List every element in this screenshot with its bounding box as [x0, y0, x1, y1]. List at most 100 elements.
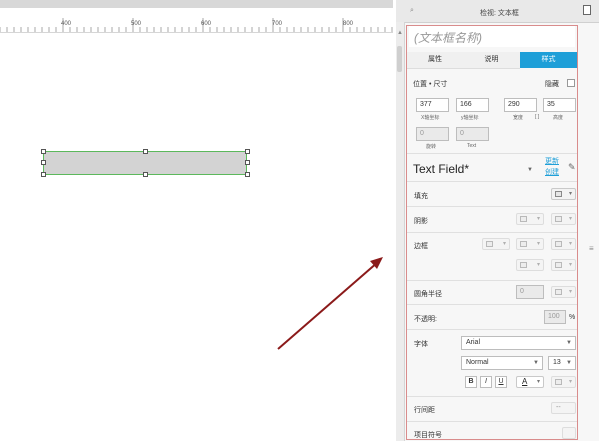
bold-button[interactable]: B [465, 376, 477, 388]
font-label: 字体 [414, 341, 428, 348]
chevron-down-icon[interactable]: ▼ [527, 167, 533, 173]
border-width-picker: ▾ [482, 238, 510, 250]
lock-aspect-icon[interactable]: [ ] [535, 114, 539, 120]
panel-scrollbar[interactable]: ▲ [396, 22, 405, 441]
bullets-label: 项目符号 [414, 432, 442, 439]
rotate-input: 0 [416, 127, 449, 141]
line-spacing-label: 行间距 [414, 407, 435, 414]
divider [407, 421, 577, 422]
update-style-link[interactable]: 更新 [545, 157, 559, 166]
resize-handle-ne[interactable] [245, 149, 250, 154]
font-color-picker[interactable]: A ▾ [516, 376, 544, 388]
resize-handle-s[interactable] [143, 172, 148, 177]
opacity-unit: % [569, 314, 576, 321]
text-rotate-label: Text [467, 143, 477, 149]
scroll-up-icon[interactable]: ▲ [397, 30, 403, 36]
border-color-picker: ▾ [516, 238, 544, 250]
widget-name-placeholder: (文本框名称) [414, 31, 482, 45]
resize-handle-e[interactable] [245, 160, 250, 165]
ruler-label-400: 400 [61, 21, 72, 27]
divider [407, 396, 577, 397]
width-label: 宽度 [513, 115, 524, 121]
divider [407, 206, 577, 207]
tab-style[interactable]: 样式 [520, 52, 577, 68]
position-size-heading: 位置 • 尺寸 [413, 81, 448, 88]
font-color-icon: A [522, 377, 528, 386]
height-label: 高度 [553, 115, 564, 121]
tab-notes[interactable]: 说明 [463, 52, 520, 69]
border-label: 边框 [414, 243, 428, 250]
opacity-input[interactable]: 100 [544, 310, 566, 324]
corner-picker: ▾ [551, 286, 576, 298]
line-spacing-select: -- [551, 402, 576, 414]
tab-properties[interactable]: 属性 [407, 52, 463, 69]
widget-style-select[interactable]: Text Field* [413, 162, 469, 176]
ruler-label-500: 500 [131, 21, 142, 27]
underline-button[interactable]: U [495, 376, 507, 388]
search-icon[interactable]: ⌕ [410, 7, 414, 15]
resize-handle-n[interactable] [143, 149, 148, 154]
divider [407, 304, 577, 305]
font-family-select[interactable]: Arial ▼ [461, 336, 576, 350]
chevron-down-icon: ▼ [533, 360, 539, 366]
y-coordinate-input[interactable]: 166 [456, 98, 489, 112]
arrow-style-right-picker: ▾ [551, 259, 576, 271]
y-coordinate-label: y轴坐标 [461, 115, 479, 121]
resize-handle-nw[interactable] [41, 149, 46, 154]
height-input[interactable]: 35 [543, 98, 576, 112]
ruler-label-600: 600 [201, 21, 212, 27]
inspector-tabs: 属性 说明 样式 [407, 52, 577, 69]
bullets-toggle [562, 427, 576, 439]
corner-radius-label: 圆角半径 [414, 291, 442, 298]
scroll-thumb[interactable] [397, 46, 402, 72]
text-rotate-input: 0 [456, 127, 489, 141]
font-size-value: 13 [553, 359, 561, 366]
font-family-value: Arial [466, 339, 481, 346]
font-weight-select[interactable]: Normal ▼ [461, 356, 543, 370]
splitter-grip-icon[interactable]: ≡ [589, 244, 594, 253]
ruler-band [0, 0, 393, 8]
ruler-label-800: 800 [343, 21, 354, 27]
fill-label: 填充 [414, 193, 428, 200]
style-edit-icon[interactable]: ✎ [568, 162, 576, 173]
text-highlight-picker: ▾ [551, 376, 576, 388]
outer-shadow-picker: ▾ [516, 213, 544, 225]
fill-color-picker[interactable]: ▾ [551, 188, 576, 200]
resize-handle-sw[interactable] [41, 172, 46, 177]
divider [407, 280, 577, 281]
hidden-label: 隐藏 [545, 81, 559, 88]
inspector-header: ⌕ 检视: 文本框 [396, 0, 599, 23]
arrow-style-left-picker: ▾ [516, 259, 544, 271]
resize-handle-w[interactable] [41, 160, 46, 165]
divider [407, 329, 577, 330]
border-style-picker: ▾ [551, 238, 576, 250]
page-icon[interactable] [583, 5, 591, 15]
ruler-label-700: 700 [272, 21, 283, 27]
create-style-link[interactable]: 创建 [545, 168, 559, 177]
chevron-down-icon: ▾ [536, 379, 540, 385]
x-coordinate-input[interactable]: 377 [416, 98, 449, 112]
width-input[interactable]: 290 [504, 98, 537, 112]
widget-name-input[interactable]: (文本框名称) [409, 25, 575, 47]
ruler: 400 500 600 700 800 [0, 0, 393, 33]
font-size-select[interactable]: 13 ▼ [548, 356, 576, 370]
chevron-down-icon: ▼ [566, 340, 572, 346]
opacity-label: 不透明: [414, 316, 437, 323]
x-coordinate-label: X轴坐标 [421, 115, 440, 121]
inner-shadow-picker: ▾ [551, 213, 576, 225]
divider [407, 232, 577, 233]
horizontal-ruler: 400 500 600 700 800 [0, 18, 393, 33]
shadow-label: 阴影 [414, 218, 428, 225]
ruler-ticks [0, 18, 393, 32]
divider [407, 153, 577, 154]
design-canvas[interactable] [0, 33, 393, 441]
chevron-down-icon: ▼ [566, 360, 572, 366]
rotate-label: 旋转 [426, 144, 437, 150]
italic-button[interactable]: I [480, 376, 492, 388]
inspector-title: 检视: 文本框 [480, 10, 519, 17]
resize-handle-se[interactable] [245, 172, 250, 177]
corner-radius-input: 0 [516, 285, 544, 299]
font-weight-value: Normal [466, 359, 489, 366]
hidden-checkbox[interactable] [567, 79, 575, 87]
divider [407, 181, 577, 182]
